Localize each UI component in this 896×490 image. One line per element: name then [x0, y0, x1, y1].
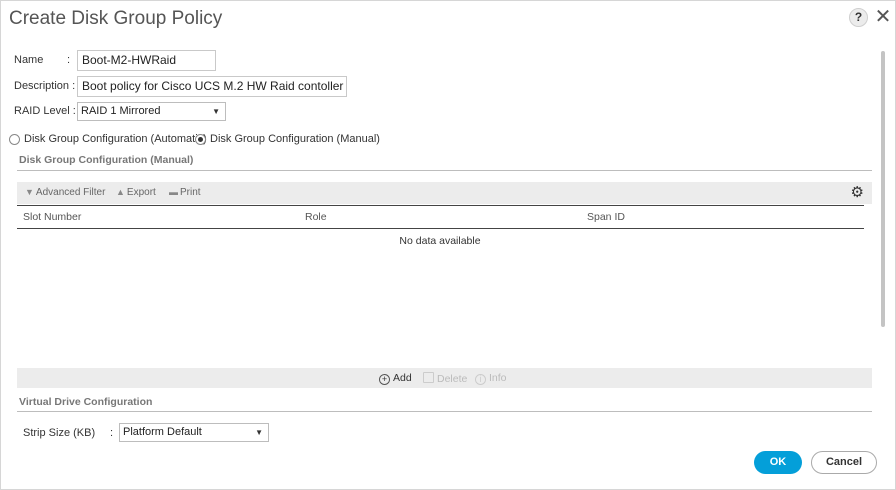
name-colon: : — [67, 54, 71, 66]
strip-size-colon: : — [110, 427, 114, 439]
table-toolbar: ▼ Advanced Filter ▲ Export ▬ Print ⚙ — [17, 182, 872, 204]
name-input[interactable]: Boot-M2-HWRaid — [77, 50, 216, 71]
table-actions-bar: + Add Delete i Info — [17, 368, 872, 388]
description-input[interactable]: Boot policy for Cisco UCS M.2 HW Raid co… — [77, 76, 347, 97]
print-button[interactable]: ▬ Print — [169, 187, 201, 198]
close-icon[interactable]: ✕ — [874, 7, 892, 27]
dialog-title: Create Disk Group Policy — [9, 8, 223, 29]
printer-icon: ▬ — [169, 187, 178, 197]
delete-button[interactable]: Delete — [423, 372, 467, 385]
table-empty-message: No data available — [399, 235, 481, 247]
description-label: Description : — [14, 80, 76, 92]
column-role[interactable]: Role — [305, 211, 327, 223]
plus-icon: + — [379, 374, 390, 385]
dialog-scrollbar[interactable] — [881, 51, 885, 327]
virtual-drive-section-title: Virtual Drive Configuration — [19, 396, 153, 408]
raid-level-select[interactable]: RAID 1 Mirrored ▼ — [77, 102, 226, 121]
info-label: Info — [489, 372, 507, 384]
raid-level-value: RAID 1 Mirrored — [81, 105, 161, 117]
filter-icon: ▼ — [25, 187, 34, 197]
radio-automatic-label[interactable]: Disk Group Configuration (Automatic) — [24, 133, 207, 145]
help-icon[interactable]: ? — [849, 8, 868, 27]
column-span-id[interactable]: Span ID — [587, 211, 625, 223]
strip-size-label: Strip Size (KB) — [23, 427, 96, 439]
radio-automatic[interactable] — [9, 134, 20, 145]
section-divider — [17, 170, 872, 171]
raid-level-label: RAID Level : — [14, 105, 76, 117]
arrow-up-icon: ▲ — [116, 187, 125, 197]
name-label: Name — [14, 54, 44, 66]
table-header: Slot Number Role Span ID — [17, 205, 864, 229]
cancel-button[interactable]: Cancel — [811, 451, 877, 474]
add-label: Add — [393, 372, 412, 384]
export-button[interactable]: ▲ Export — [116, 187, 156, 198]
radio-manual[interactable] — [195, 134, 206, 145]
trash-icon — [423, 372, 434, 383]
chevron-down-icon: ▼ — [255, 428, 263, 437]
section-divider — [17, 411, 872, 412]
ok-button[interactable]: OK — [754, 451, 802, 474]
chevron-down-icon: ▼ — [212, 107, 220, 116]
disk-group-section-title: Disk Group Configuration (Manual) — [19, 154, 194, 166]
strip-size-value: Platform Default — [123, 426, 202, 438]
print-label: Print — [180, 187, 201, 198]
add-button[interactable]: + Add — [379, 372, 412, 385]
advanced-filter-button[interactable]: ▼ Advanced Filter — [25, 187, 105, 198]
create-disk-group-policy-dialog: Create Disk Group Policy ? ✕ Name : Boot… — [0, 0, 896, 490]
export-label: Export — [126, 187, 156, 198]
column-slot-number[interactable]: Slot Number — [23, 211, 81, 223]
info-button[interactable]: i Info — [475, 372, 507, 385]
radio-manual-label[interactable]: Disk Group Configuration (Manual) — [210, 133, 380, 145]
delete-label: Delete — [437, 373, 468, 385]
advanced-filter-label: Advanced Filter — [35, 187, 106, 198]
strip-size-select[interactable]: Platform Default ▼ — [119, 423, 269, 442]
info-icon: i — [475, 374, 486, 385]
gear-icon[interactable]: ⚙ — [851, 183, 864, 201]
